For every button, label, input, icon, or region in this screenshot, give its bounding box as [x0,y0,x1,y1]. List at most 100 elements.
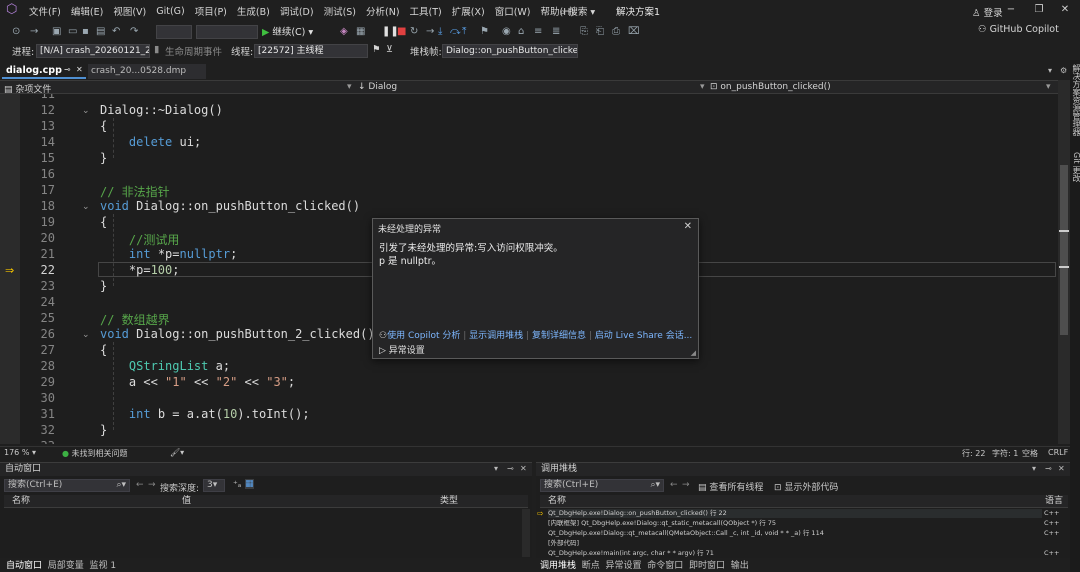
pin-icon[interactable]: ⊸ [64,65,71,74]
github-copilot-button[interactable]: ⚇ GitHub Copilot [978,24,1059,35]
tab-call-stack[interactable]: 调用堆栈 [540,561,576,571]
start-live-share-link[interactable]: 启动 Live Share 会话... [595,331,693,341]
analyze-with-copilot-link[interactable]: 使用 Copilot 分析 [387,331,460,341]
tab-breakpoints[interactable]: 断点 [582,561,600,571]
search-next-icon[interactable]: → [148,480,156,490]
lifecycle-events-label[interactable]: 生命周期事件 [165,44,222,58]
code-line[interactable]: void Dialog::on_pushButton_clicked() [100,199,360,213]
code-line[interactable]: *p=100; [100,263,180,277]
code-line[interactable]: // 非法指针 [100,183,170,200]
call-stack-search-input[interactable]: 搜索(Ctrl+E) ⌕▾ [540,479,664,492]
undo-icon[interactable]: ↶ [112,24,120,40]
lifecycle-icon[interactable]: ▮ [154,44,159,55]
chevron-down-icon[interactable]: ▾ [700,82,705,92]
line-indicator[interactable]: 行: 22 [962,448,985,459]
fold-toggle-icon[interactable]: ⌄ [82,202,90,212]
diagnostics-icon[interactable]: ◉ [502,24,511,40]
code-line[interactable]: { [100,343,107,357]
window-position-icon[interactable]: ▾ [1032,464,1036,473]
menu-view[interactable]: 视图(V) [108,4,151,18]
settings-icon[interactable]: ⚙ [1060,66,1067,75]
close-window-button[interactable]: ✕ [1056,2,1074,18]
debug-target-icon[interactable]: ◈ [340,24,348,40]
chevron-down-icon[interactable]: ▾ [1046,82,1051,92]
save-all-icon[interactable]: ▤ [96,24,105,40]
call-stack-row[interactable]: Qt_DbgHelp.exe!Dialog::on_pushButton_cli… [548,509,1042,518]
code-line[interactable]: int b = a.at(10).toInt(); [100,407,310,421]
menu-edit[interactable]: 编辑(E) [66,4,108,18]
code-line[interactable]: void Dialog::on_pushButton_2_clicked() [100,327,375,341]
bookmark-toggle-icon[interactable]: ⎘ [580,24,588,40]
column-value[interactable]: 值 [182,495,191,507]
previous-bookmark-icon[interactable]: ⎗ [596,24,604,40]
column-name[interactable]: 名称 [548,495,566,507]
code-line[interactable]: Dialog::~Dialog() [100,103,223,117]
member-dropdown[interactable]: ⊡ on_pushButton_clicked() [710,82,831,92]
continue-button[interactable]: ▶ 继续(C) ▾ [262,24,313,38]
tab-autos[interactable]: 自动窗口 [6,561,42,571]
tab-locals[interactable]: 局部变量 [48,561,84,571]
login-button[interactable]: ♙ 登录 [972,5,1003,19]
navigate-back-icon[interactable]: ⊙ [12,24,20,40]
menu-git[interactable]: Git(G) [151,6,190,17]
tab-dialog-cpp[interactable]: dialog.cpp ⊸ ✕ [2,64,86,79]
close-icon[interactable]: ✕ [520,464,527,473]
menu-build[interactable]: 生成(B) [232,4,275,18]
comment-icon[interactable]: ≡ [534,24,542,40]
menu-test[interactable]: 测试(S) [319,4,361,18]
stack-frame-dropdown[interactable]: Dialog::on_pushButton_clicke [442,44,578,58]
menu-extensions[interactable]: 扩展(X) [447,4,490,18]
search-previous-icon[interactable]: ← [136,480,144,490]
git-changes-tab[interactable]: Git 更改 [1071,152,1080,182]
step-out-icon[interactable]: ⤒ [462,24,466,40]
resize-grip-icon[interactable]: ◢ [691,349,696,357]
show-call-stack-link[interactable]: 显示调用堆栈 [469,331,523,341]
filter-icon[interactable]: ⊻ [386,44,393,55]
class-dropdown[interactable]: ↓ Dialog [358,82,397,92]
code-line[interactable]: { [100,119,107,133]
bookmark-icon[interactable]: ⌂ [518,24,524,40]
code-line[interactable]: { [100,215,107,229]
show-external-code-button[interactable]: ⊡ 显示外部代码 [774,480,838,493]
call-stack-row[interactable]: Qt_DbgHelp.exe!main(int argc, char * * a… [548,549,1042,558]
whitespace-indicator[interactable]: 空格 [1022,448,1038,459]
thread-dropdown[interactable]: [22572] 主线程 [254,44,368,58]
tab-exception-settings[interactable]: 异常设置 [606,561,642,571]
close-icon[interactable]: ✕ [76,65,83,74]
fold-toggle-icon[interactable]: ⌄ [82,106,90,116]
close-icon[interactable]: ✕ [684,221,692,232]
exception-settings-expander[interactable]: ▷ 异常设置 [379,343,425,356]
code-line[interactable]: int *p=nullptr; [100,247,237,261]
process-dropdown[interactable]: [N/A] crash_20260121_2 [36,44,150,58]
code-line[interactable]: QStringList a; [100,359,230,373]
new-item-icon[interactable]: ▣ [52,24,61,40]
line-ending-indicator[interactable]: CRLF [1048,448,1068,457]
editor-scroll-thumb[interactable] [1060,165,1068,335]
call-stack-row[interactable]: [内联框架] Qt_DbgHelp.exe!Dialog::qt_static_… [548,519,1042,528]
issues-indicator[interactable]: ● 未找到相关问题 [62,448,128,459]
search-previous-icon[interactable]: ← [670,480,678,490]
menu-tools[interactable]: 工具(T) [405,4,447,18]
redo-icon[interactable]: ↷ [130,24,138,40]
visual-studio-logo-icon[interactable]: ⬡ [6,3,20,17]
clear-bookmarks-icon[interactable]: ⌧ [628,24,640,40]
pin-icon[interactable]: ⊸ [507,464,514,473]
next-bookmark-icon[interactable]: ⎙ [612,24,620,40]
restore-button[interactable]: ❐ [1030,2,1048,18]
autos-search-input[interactable]: 搜索(Ctrl+E) ⌕▾ [4,479,130,492]
zoom-dropdown[interactable]: 176 % ▾ [4,448,36,457]
autos-scrollbar[interactable] [522,509,530,557]
code-line[interactable]: } [100,279,107,293]
grid-view-icon[interactable]: ▦ [245,479,254,489]
minimize-button[interactable]: − [1002,2,1020,18]
configuration-dropdown[interactable] [156,25,192,39]
open-file-icon[interactable]: ▭ [68,24,77,40]
chevron-down-icon[interactable]: ▾ [347,82,352,92]
search-next-icon[interactable]: → [682,480,690,490]
window-position-icon[interactable]: ▾ [494,464,498,473]
platform-dropdown[interactable] [196,25,258,39]
restart-icon[interactable]: ↻ [410,24,418,40]
menu-file[interactable]: 文件(F) [24,4,66,18]
tab-watch-1[interactable]: 监视 1 [90,561,117,571]
search-button[interactable]: ⌕ 搜索 ▾ [560,4,595,18]
